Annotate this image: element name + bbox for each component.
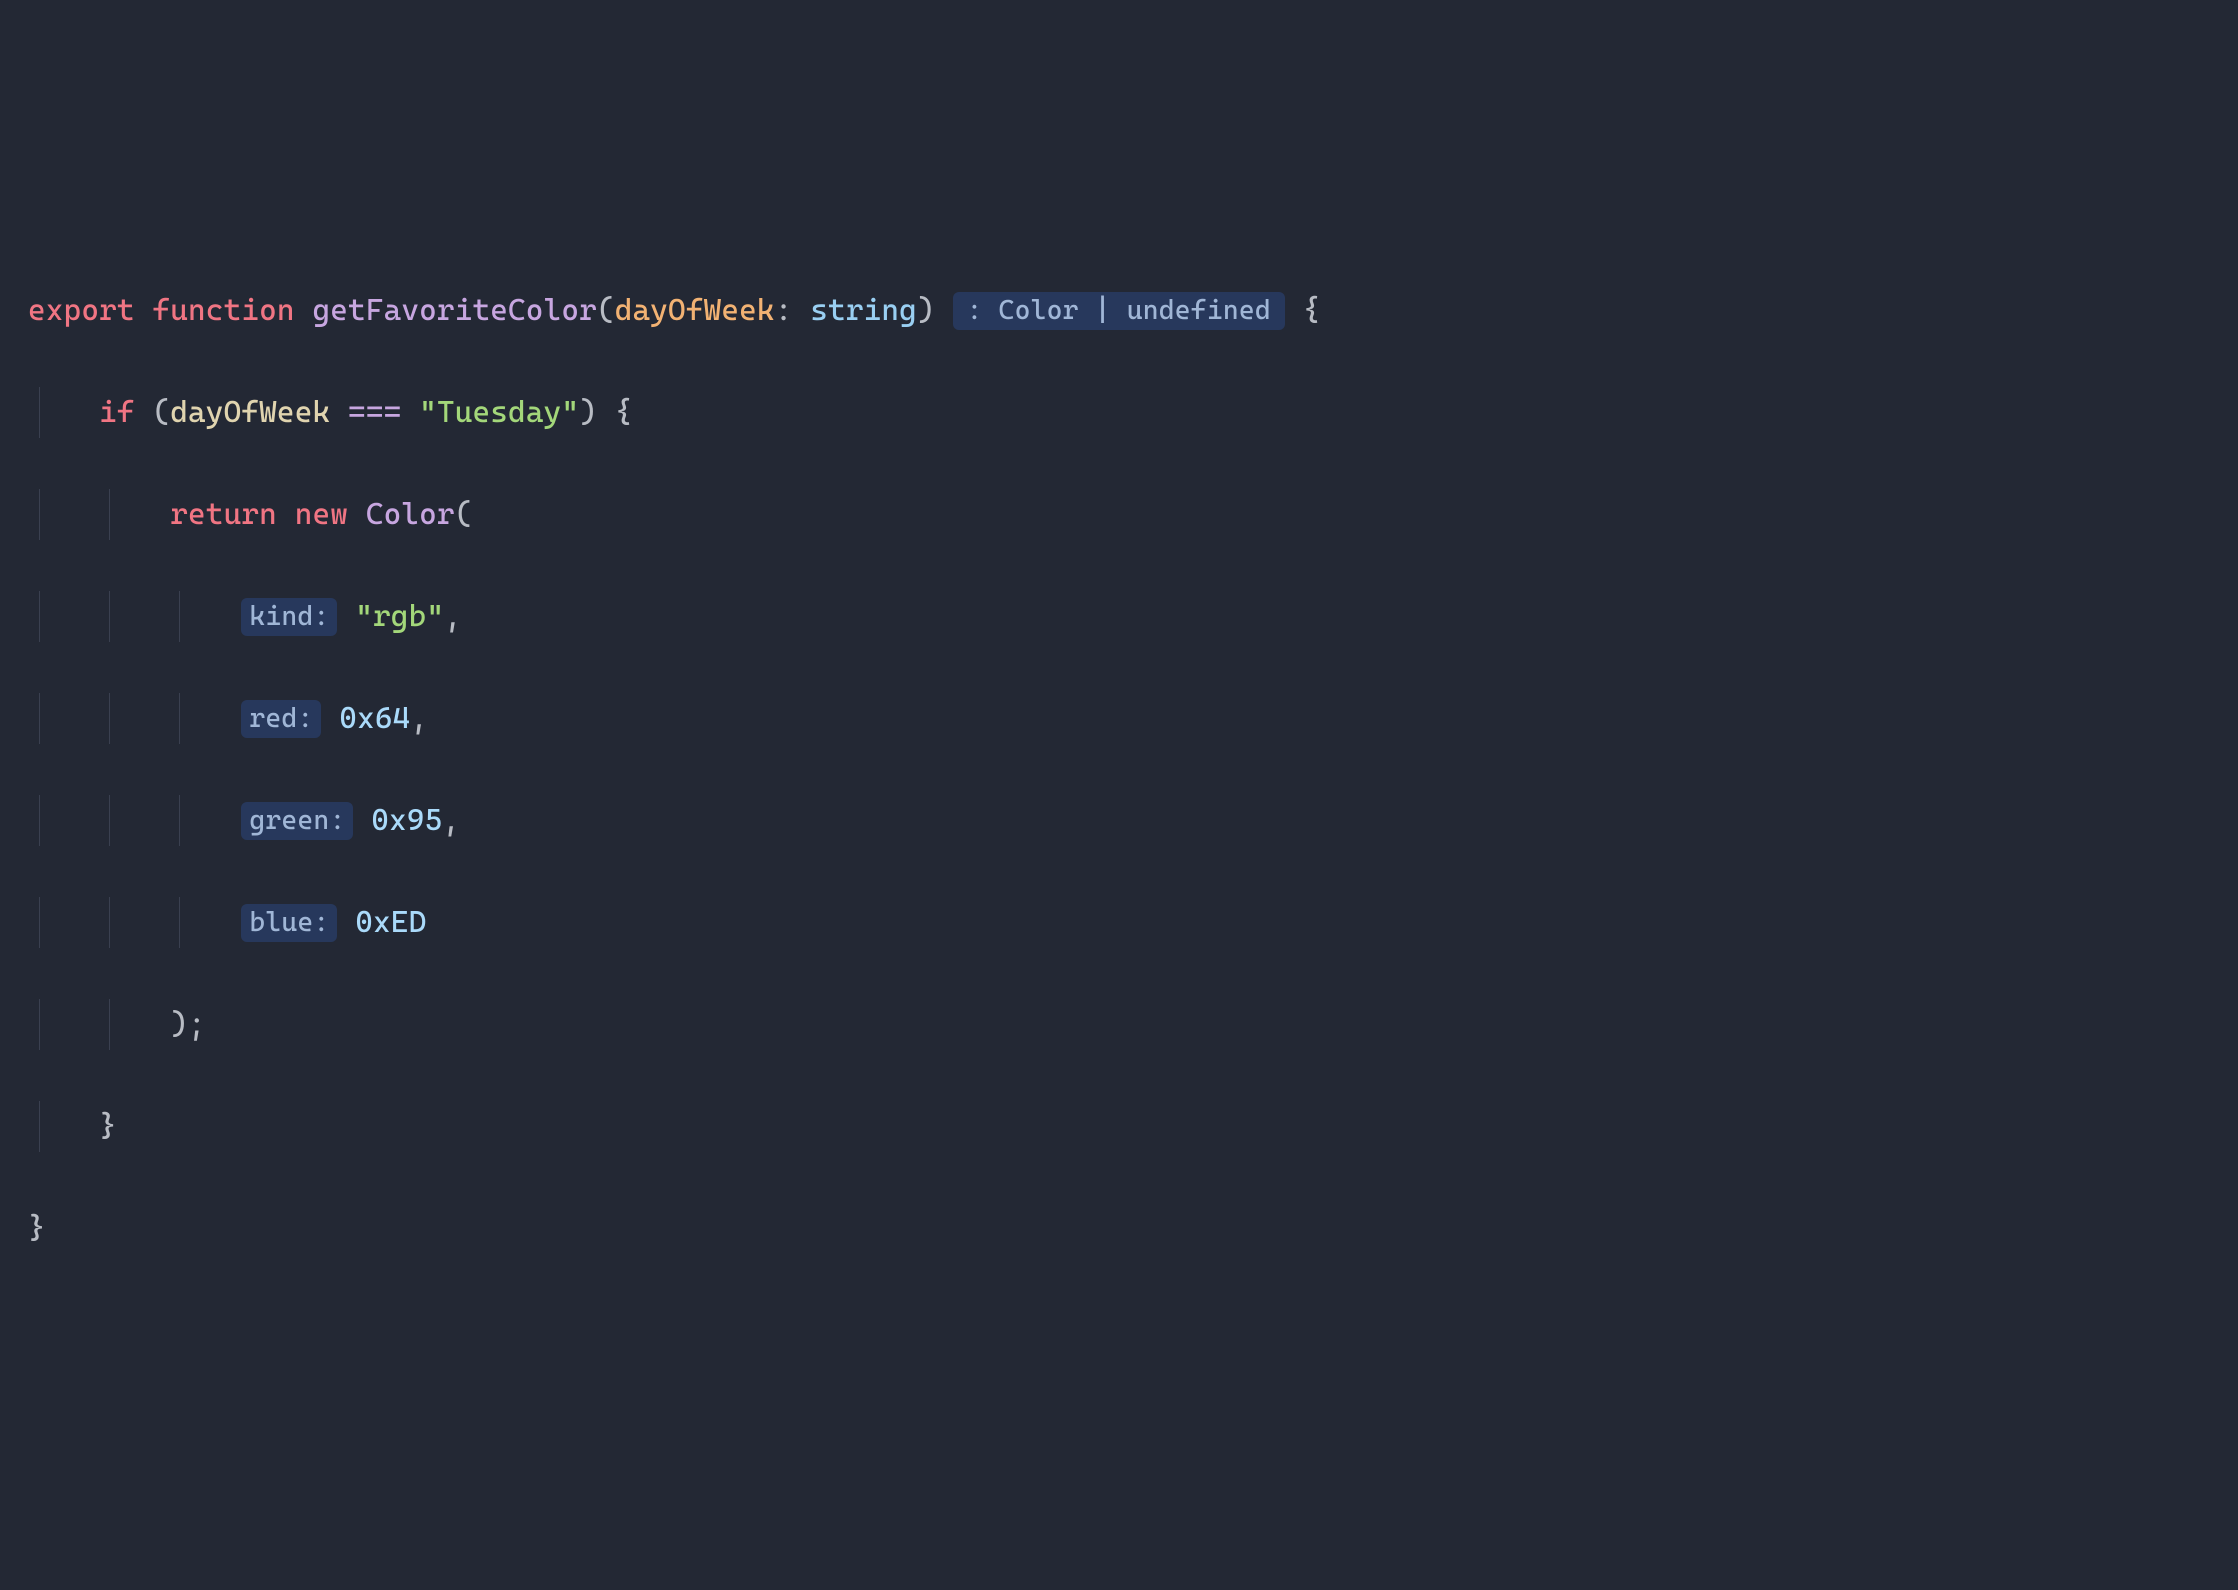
paren-open: (	[152, 395, 170, 430]
keyword-function: function	[152, 293, 294, 328]
code-line[interactable]: if (dayOfWeek === "Tuesday") {	[28, 387, 2210, 438]
inlay-hint-param: blue:	[241, 904, 337, 942]
keyword-return: return	[170, 497, 277, 532]
comma: ,	[442, 803, 460, 838]
variable: dayOfWeek	[170, 395, 330, 430]
code-line[interactable]: green: 0x95,	[28, 795, 2210, 846]
comma: ,	[444, 599, 462, 634]
code-line[interactable]: blue: 0xED	[28, 897, 2210, 948]
number-literal: 0xED	[355, 905, 426, 940]
function-name: getFavoriteColor	[312, 293, 596, 328]
paren-open: (	[455, 497, 473, 532]
keyword-export: export	[28, 293, 135, 328]
string-literal: "Tuesday"	[419, 395, 579, 430]
number-literal: 0x64	[339, 701, 410, 736]
code-line[interactable]: return new Color(	[28, 489, 2210, 540]
brace-close: }	[99, 1109, 117, 1144]
brace-close: }	[28, 1211, 46, 1246]
paren-close: )	[917, 293, 935, 328]
semicolon: ;	[188, 1007, 206, 1042]
code-editor[interactable]: export function getFavoriteColor(dayOfWe…	[28, 234, 2210, 1305]
code-line[interactable]: }	[28, 1101, 2210, 1152]
paren-close: )	[170, 1007, 188, 1042]
code-line[interactable]: red: 0x64,	[28, 693, 2210, 744]
code-line[interactable]: );	[28, 999, 2210, 1050]
inlay-hint-param: red:	[241, 700, 321, 738]
number-literal: 0x95	[371, 803, 442, 838]
inlay-hint-param: green:	[241, 802, 353, 840]
inlay-hint-return-type: : Color | undefined	[953, 292, 1285, 330]
string-literal: "rgb"	[355, 599, 444, 634]
code-line[interactable]: }	[28, 1203, 2210, 1254]
brace-open: {	[1303, 293, 1321, 328]
inlay-hint-param: kind:	[241, 598, 337, 636]
operator-equals: ===	[348, 395, 401, 430]
code-line[interactable]: kind: "rgb",	[28, 591, 2210, 642]
code-line[interactable]: export function getFavoriteColor(dayOfWe…	[28, 285, 2210, 336]
colon: :	[775, 293, 793, 328]
brace-open: {	[615, 395, 633, 430]
class-name: Color	[366, 497, 455, 532]
paren-open: (	[597, 293, 615, 328]
paren-close: )	[579, 395, 597, 430]
param-name: dayOfWeek	[615, 293, 775, 328]
keyword-if: if	[99, 395, 135, 430]
param-type: string	[810, 293, 917, 328]
comma: ,	[410, 701, 428, 736]
keyword-new: new	[295, 497, 348, 532]
